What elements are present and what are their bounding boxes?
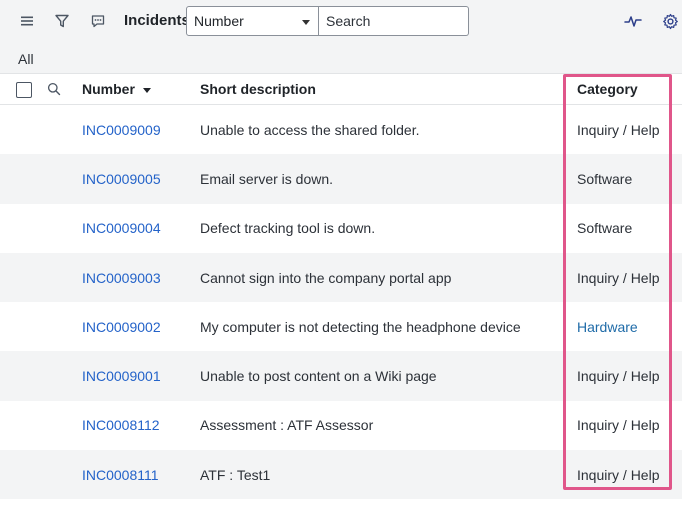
incident-number-link[interactable]: INC0009002 — [82, 302, 161, 351]
category-cell: Software — [577, 220, 633, 237]
incident-number-link[interactable]: INC0009001 — [82, 351, 161, 400]
search-field-select[interactable]: Number — [186, 6, 319, 36]
incident-number-link[interactable]: INC0009003 — [82, 253, 161, 302]
chat-icon[interactable] — [85, 8, 111, 34]
short-description-cell: Cannot sign into the company portal app — [200, 269, 452, 286]
short-description-cell: ATF : Test1 — [200, 466, 271, 483]
short-description-cell: Unable to access the shared folder. — [200, 121, 420, 138]
category-cell: Inquiry / Help — [577, 269, 660, 286]
incident-number-link[interactable]: INC0008111 — [82, 450, 159, 499]
table-body: INC0009009 Unable to access the shared f… — [0, 105, 682, 500]
category-cell: Inquiry / Help — [577, 121, 660, 138]
category-cell: Inquiry / Help — [577, 417, 660, 434]
table-row: INC0009001 Unable to post content on a W… — [0, 351, 682, 401]
list-title: Incidents — [124, 12, 190, 29]
table-row: INC0008112 Assessment : ATF Assessor Inq… — [0, 401, 682, 450]
column-header-number-label: Number — [82, 81, 135, 97]
table-row: INC0009005 Email server is down. Softwar… — [0, 154, 682, 204]
breadcrumb-all[interactable]: All — [18, 51, 34, 67]
hamburger-menu-icon[interactable] — [14, 8, 40, 34]
short-description-cell: Assessment : ATF Assessor — [200, 417, 374, 434]
column-search-icon[interactable] — [46, 81, 62, 97]
select-all-checkbox[interactable] — [16, 82, 32, 98]
short-description-cell: Unable to post content on a Wiki page — [200, 368, 437, 385]
column-header-category[interactable]: Category — [577, 81, 638, 97]
incident-number-link[interactable]: INC0009009 — [82, 105, 161, 154]
category-link[interactable]: Hardware — [577, 302, 638, 351]
short-description-cell: Email server is down. — [200, 170, 334, 187]
short-description-cell: My computer is not detecting the headpho… — [200, 318, 521, 335]
search-input[interactable] — [319, 6, 469, 36]
table-header: Number Short description Category — [0, 74, 682, 105]
table-row: INC0009003 Cannot sign into the company … — [0, 252, 682, 303]
activity-pulse-icon[interactable] — [620, 8, 646, 34]
incident-number-link[interactable]: INC0009005 — [82, 154, 161, 203]
chevron-down-icon — [302, 20, 310, 25]
breadcrumb-bar: All — [0, 43, 682, 74]
category-cell: Inquiry / Help — [577, 368, 660, 385]
table-row: INC0009002 My computer is not detecting … — [0, 302, 682, 351]
incident-number-link[interactable]: INC0009004 — [82, 204, 161, 253]
table-row: INC0008111 ATF : Test1 Inquiry / Help — [0, 450, 682, 500]
category-cell: Software — [577, 170, 633, 187]
list-toolbar: Incidents Number — [0, 0, 682, 43]
table-row: INC0009004 Defect tracking tool is down.… — [0, 204, 682, 253]
column-header-short-description[interactable]: Short description — [200, 81, 316, 97]
gear-icon[interactable] — [657, 8, 682, 34]
incident-number-link[interactable]: INC0008112 — [82, 401, 160, 450]
column-header-number[interactable]: Number — [82, 81, 151, 97]
sort-descending-icon — [142, 87, 151, 93]
category-cell: Inquiry / Help — [577, 466, 660, 483]
filter-icon[interactable] — [49, 8, 75, 34]
search-field-value: Number — [194, 13, 244, 29]
short-description-cell: Defect tracking tool is down. — [200, 220, 376, 237]
table-row: INC0009009 Unable to access the shared f… — [0, 105, 682, 154]
